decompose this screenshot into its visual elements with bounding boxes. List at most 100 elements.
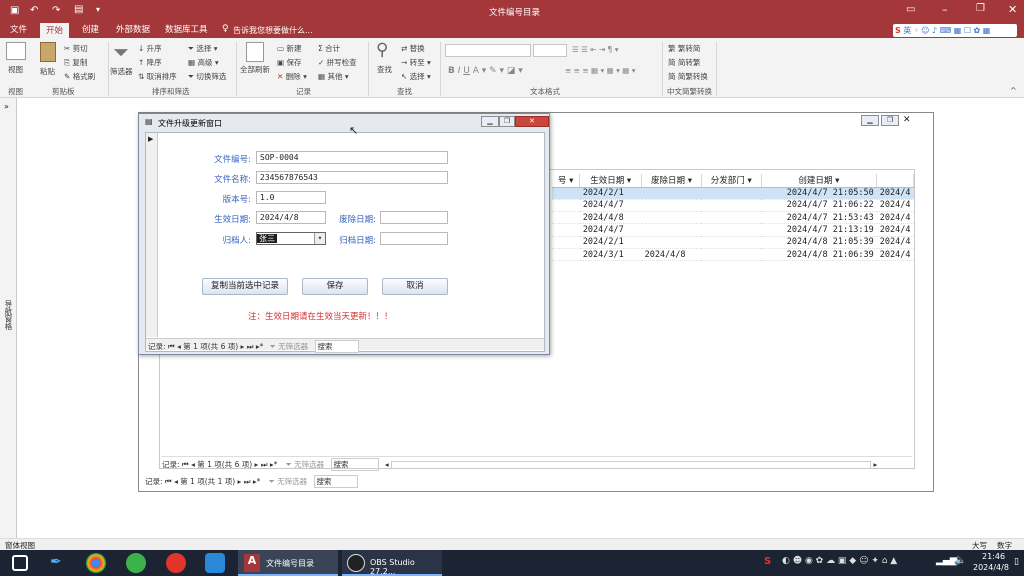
outer-minimize-icon[interactable]: ▁ [861, 115, 879, 126]
chrome-icon[interactable] [86, 553, 106, 573]
taskbar-obs-window[interactable]: OBS Studio 27.2... [342, 550, 442, 576]
outer-search-box[interactable]: 搜索 [313, 475, 358, 488]
new-record-icon[interactable]: ▸* [270, 460, 278, 469]
refresh-all-button[interactable]: 全部刷新 [240, 64, 270, 75]
dialog-restore-icon[interactable]: ❐ [499, 116, 515, 127]
subform-search-box[interactable]: 搜索 [330, 458, 379, 471]
sort-ascending-button[interactable]: ↓ 升序 [138, 43, 162, 54]
paste-button[interactable]: 粘贴 [40, 66, 55, 77]
start-icon[interactable] [12, 555, 28, 571]
outer-record-position[interactable]: 第 1 项(共 1 项) [180, 477, 235, 486]
prev-record-icon[interactable]: ◂ [191, 460, 195, 469]
ime-toolbar[interactable]: S 英 ◦ ☺ ♪ ⌨ ▦ ☐ ✿ ▦ [893, 24, 1017, 37]
table-row[interactable]: 2024/2/1 2024/4/8 21:05:39 2024/4 [552, 236, 914, 249]
table-row[interactable]: 2024/2/1 2024/4/7 21:05:50 2024/4 [552, 187, 914, 200]
tab-external-data[interactable]: 外部数据 [110, 22, 156, 38]
sogou-tray-icon[interactable]: S [764, 556, 771, 567]
spelling-button[interactable]: ✓ 拼写检查 [318, 57, 357, 68]
dialog-filter-status[interactable]: 无筛选器 [278, 342, 308, 351]
copy-selected-button[interactable]: 复制当前选中记录 [202, 278, 288, 295]
outer-close-icon[interactable]: ✕ [903, 115, 911, 125]
file-name-field[interactable]: 234567876543 [256, 171, 448, 184]
outer-last-icon[interactable]: ⏭ [244, 477, 251, 486]
outer-filter-status[interactable]: 无筛选器 [277, 477, 307, 486]
outer-restore-icon[interactable]: ❐ [881, 115, 899, 126]
outer-first-icon[interactable]: ⏮ [165, 477, 172, 486]
next-record-icon[interactable]: ▸ [255, 460, 259, 469]
netease-music-icon[interactable] [166, 553, 186, 573]
convert-button[interactable]: 简 简繁转换 [668, 71, 708, 82]
new-record-button[interactable]: ▭ 新建 [277, 43, 301, 54]
more-button[interactable]: ▦ 其他 ▾ [318, 71, 349, 82]
redo-icon[interactable]: ↷ [52, 5, 60, 16]
table-row[interactable]: 2024/3/1 2024/4/8 2024/4/8 21:06:39 2024/4 [552, 248, 914, 262]
simp-to-trad-button[interactable]: 简 简转繁 [668, 57, 700, 68]
goto-button[interactable]: → 转至 ▾ [401, 57, 431, 68]
remove-sort-button[interactable]: ⇅ 取消排序 [138, 71, 177, 82]
close-icon[interactable]: ✕ [1008, 3, 1017, 16]
col-header-no[interactable]: 号 ▾ [552, 174, 581, 188]
expand-icon[interactable]: » [4, 102, 9, 111]
outer-next-icon[interactable]: ▸ [238, 477, 242, 486]
format-painter-button[interactable]: ✎ 格式刷 [64, 71, 95, 82]
refresh-icon[interactable] [246, 42, 264, 62]
subform-filter-status[interactable]: 无筛选器 [294, 460, 324, 469]
tab-file[interactable]: 文件 [4, 22, 33, 38]
first-record-icon[interactable]: ⏮ [182, 460, 189, 469]
sort-descending-button[interactable]: ↑ 降序 [138, 57, 162, 68]
archive-date-field[interactable] [380, 232, 448, 245]
col-header-dept[interactable]: 分发部门 ▾ [701, 174, 762, 188]
dialog-minimize-icon[interactable]: ▁ [481, 116, 499, 127]
dialog-close-icon[interactable]: ✕ [515, 116, 549, 127]
funnel-icon[interactable]: ⏷ [113, 40, 129, 64]
col-header-effective[interactable]: 生效日期 ▾ [579, 174, 643, 188]
system-tray-icons[interactable]: ◐ ☻ ◉ ✿ ☁ ▣ ◆ ☺ ✦ ⌂ ▲ [782, 556, 897, 566]
collapse-ribbon-icon[interactable]: ^ [1010, 86, 1017, 95]
outer-new-icon[interactable]: ▸* [253, 477, 261, 486]
tab-database-tools[interactable]: 数据库工具 [159, 22, 214, 38]
dialog-first-icon[interactable]: ⏮ [168, 342, 175, 351]
tab-create[interactable]: 创建 [76, 22, 105, 38]
advanced-button[interactable]: ▦ 高级 ▾ [188, 57, 219, 68]
cancel-button[interactable]: 取消 [382, 278, 448, 295]
bold-italic-underline[interactable]: B I U A ▾ ✎ ▾ ◪ ▾ [448, 66, 523, 76]
outer-prev-icon[interactable]: ◂ [174, 477, 178, 486]
toggle-filter-button[interactable]: ⏷ 切换筛选 [188, 71, 226, 82]
font-size-select[interactable] [533, 44, 567, 57]
horizontal-scrollbar[interactable] [391, 461, 872, 469]
copy-button[interactable]: ⎘ 复制 [64, 57, 87, 68]
selection-button[interactable]: ⏷ 选择 ▾ [188, 43, 218, 54]
table-row[interactable]: 2024/4/7 2024/4/7 21:13:19 2024/4 [552, 223, 914, 237]
file-no-field[interactable]: SOP-0004 [256, 151, 448, 164]
clock-date[interactable]: 2024/4/8 [973, 563, 1009, 572]
col-header-extra[interactable] [876, 174, 914, 188]
minimize-icon[interactable]: – [942, 3, 948, 16]
view-button[interactable]: 视图 [8, 64, 23, 75]
totals-button[interactable]: Σ 合计 [318, 43, 340, 54]
dialog-last-icon[interactable]: ⏭ [247, 342, 254, 351]
tab-home[interactable]: 开始 [40, 23, 70, 38]
table-row[interactable]: 2024/4/8 2024/4/7 21:53:43 2024/4 [552, 211, 914, 225]
dialog-search-box[interactable]: 搜索 [314, 340, 359, 353]
filter-button[interactable]: 筛选器 [110, 66, 133, 77]
customize-icon[interactable]: ▾ [96, 5, 100, 14]
save-button[interactable]: 保存 [302, 278, 368, 295]
last-record-icon[interactable]: ⏭ [261, 460, 268, 469]
dialog-next-icon[interactable]: ▸ [241, 342, 245, 351]
col-header-abolish[interactable]: 废除日期 ▾ [641, 174, 702, 188]
dialog-new-icon[interactable]: ▸* [256, 342, 264, 351]
select-button[interactable]: ↖ 选择 ▾ [401, 71, 431, 82]
volume-icon[interactable]: 🔈 [954, 555, 966, 566]
form-icon[interactable]: ▤ [74, 4, 83, 15]
ribbon-options-icon[interactable]: ▭ [906, 4, 915, 15]
version-field[interactable]: 1.0 [256, 191, 326, 204]
scroll-right-icon[interactable]: ▸ [873, 460, 877, 469]
font-name-select[interactable] [445, 44, 531, 57]
col-header-created[interactable]: 创建日期 ▾ [761, 174, 878, 188]
delete-record-button[interactable]: ✕ 删除 ▾ [277, 71, 307, 82]
table-row[interactable]: 2024/4/7 2024/4/7 21:06:22 2024/4 [552, 199, 914, 213]
taskbar-access-window[interactable]: A 文件编号目录 [238, 550, 338, 576]
view-icon[interactable] [6, 42, 26, 60]
cut-button[interactable]: ✂ 剪切 [64, 43, 88, 54]
undo-icon[interactable]: ↶ [30, 5, 38, 16]
